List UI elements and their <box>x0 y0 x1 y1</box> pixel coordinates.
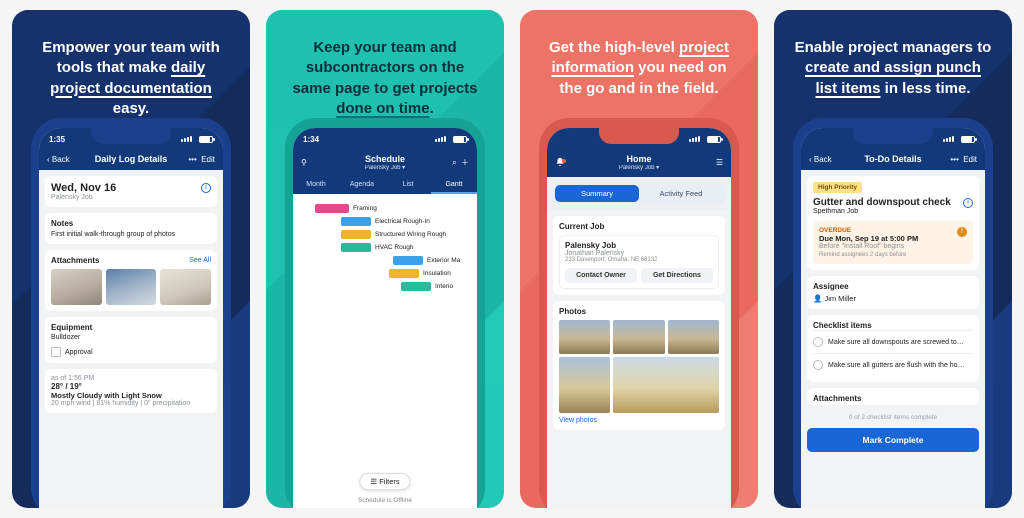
schedule-tabs: Month Agenda List Gantt <box>293 177 477 194</box>
job-name: Palensky Job <box>51 194 211 201</box>
checklist-item[interactable]: Make sure all downspouts are screwed to… <box>813 330 973 353</box>
marketing-panel-todo: Enable project managers to create and as… <box>774 10 1012 508</box>
status-bar: 1:34 <box>293 128 477 150</box>
contact-owner-button[interactable]: Contact Owner <box>565 268 637 283</box>
segmented-control: Summary Activity Feed <box>553 183 725 204</box>
more-button[interactable]: ••• <box>188 155 196 164</box>
add-icon[interactable]: ＋ <box>461 158 469 167</box>
tab-agenda[interactable]: Agenda <box>339 177 385 194</box>
checklist-progress: 0 of 2 checklist items complete <box>801 411 985 424</box>
photos-heading: Photos <box>559 307 719 316</box>
filters-button[interactable]: ☰ Filters <box>359 473 410 490</box>
priority-badge: High Priority <box>813 182 862 193</box>
tab-month[interactable]: Month <box>293 177 339 194</box>
back-button[interactable]: ‹ Back <box>47 155 77 164</box>
notes-text: First initial walk-through group of phot… <box>51 231 211 238</box>
approval-checkbox[interactable] <box>51 347 61 357</box>
nav-bar: ‹ Back Daily Log Details ••• Edit <box>39 150 223 170</box>
see-all-link[interactable]: See All <box>189 257 211 264</box>
seg-activity[interactable]: Activity Feed <box>639 185 723 202</box>
phone-mock: 1:34 ⚲ SchedulePalensky Job ▾ ⌕ ＋ Month … <box>285 118 485 508</box>
marketing-panel-daily-logs: Empower your team with tools that make d… <box>12 10 250 508</box>
marketing-panel-schedule: Keep your team and subcontractors on the… <box>266 10 504 508</box>
job-name: Palensky Job <box>565 241 713 250</box>
phone-mock: 1:35 ‹ Back Daily Log Details ••• Edit W… <box>31 118 231 508</box>
mark-complete-button[interactable]: Mark Complete <box>807 428 979 452</box>
due-card: ! OVERDUE Due Mon, Sep 19 at 5:00 PM Bef… <box>813 221 973 264</box>
edit-button[interactable]: Edit <box>963 155 977 164</box>
get-directions-button[interactable]: Get Directions <box>641 268 713 283</box>
tab-gantt[interactable]: Gantt <box>431 177 477 194</box>
nav-bar: ⚲ SchedulePalensky Job ▾ ⌕ ＋ <box>293 150 477 177</box>
gantt-chart[interactable]: FramingElectrical Rough-InStructured Wir… <box>293 194 477 508</box>
checklist-item[interactable]: Make sure all gutters are flush with the… <box>813 353 973 376</box>
equipment-heading: Equipment <box>51 323 211 332</box>
log-date: Wed, Nov 16 <box>51 182 116 194</box>
phone-mock: ‹ Back To-Do Details ••• Edit High Prior… <box>793 118 993 508</box>
screen-title: Daily Log Details <box>77 154 185 164</box>
assignee-name: Jim Miller <box>824 294 856 303</box>
search-icon[interactable]: ⚲ <box>301 158 331 167</box>
search-icon[interactable]: ⌕ <box>452 158 456 167</box>
notes-heading: Notes <box>51 219 211 228</box>
checklist-heading: Checklist items <box>813 321 973 330</box>
attachment-thumbs[interactable] <box>51 269 211 305</box>
info-icon[interactable]: i <box>963 198 973 208</box>
more-button[interactable]: ••• <box>950 155 958 164</box>
current-job-heading: Current Job <box>559 222 719 231</box>
seg-summary[interactable]: Summary <box>555 185 639 202</box>
view-photos-link[interactable]: View photos <box>559 417 719 424</box>
tab-list[interactable]: List <box>385 177 431 194</box>
attachments-heading: Attachments <box>51 256 99 265</box>
menu-icon[interactable]: ☰ <box>693 158 723 167</box>
weather-card: as of 1:56 PM 28° / 19° Mostly Cloudy wi… <box>45 369 217 413</box>
edit-button[interactable]: Edit <box>201 155 215 164</box>
assignee-heading: Assignee <box>813 282 973 291</box>
attachments-heading: Attachments <box>813 394 973 403</box>
back-button[interactable]: ‹ Back <box>809 155 839 164</box>
marketing-panel-home: Get the high-level project information y… <box>520 10 758 508</box>
info-icon[interactable]: i <box>201 183 211 193</box>
job-name: Spethman Job <box>813 208 973 215</box>
alert-icon: ! <box>957 227 967 237</box>
offline-indicator: Schedule is Offline <box>293 497 477 504</box>
notifications-icon[interactable] <box>555 160 565 169</box>
equipment-value: Bulldozer <box>51 334 211 341</box>
phone-mock: HomePalensky Job ▾ ☰ Summary Activity Fe… <box>539 118 739 508</box>
nav-bar: ‹ Back To-Do Details ••• Edit <box>801 150 985 170</box>
photo-grid[interactable] <box>559 320 719 413</box>
todo-title: Gutter and downspout check <box>813 197 951 208</box>
nav-bar: HomePalensky Job ▾ ☰ <box>547 150 731 177</box>
